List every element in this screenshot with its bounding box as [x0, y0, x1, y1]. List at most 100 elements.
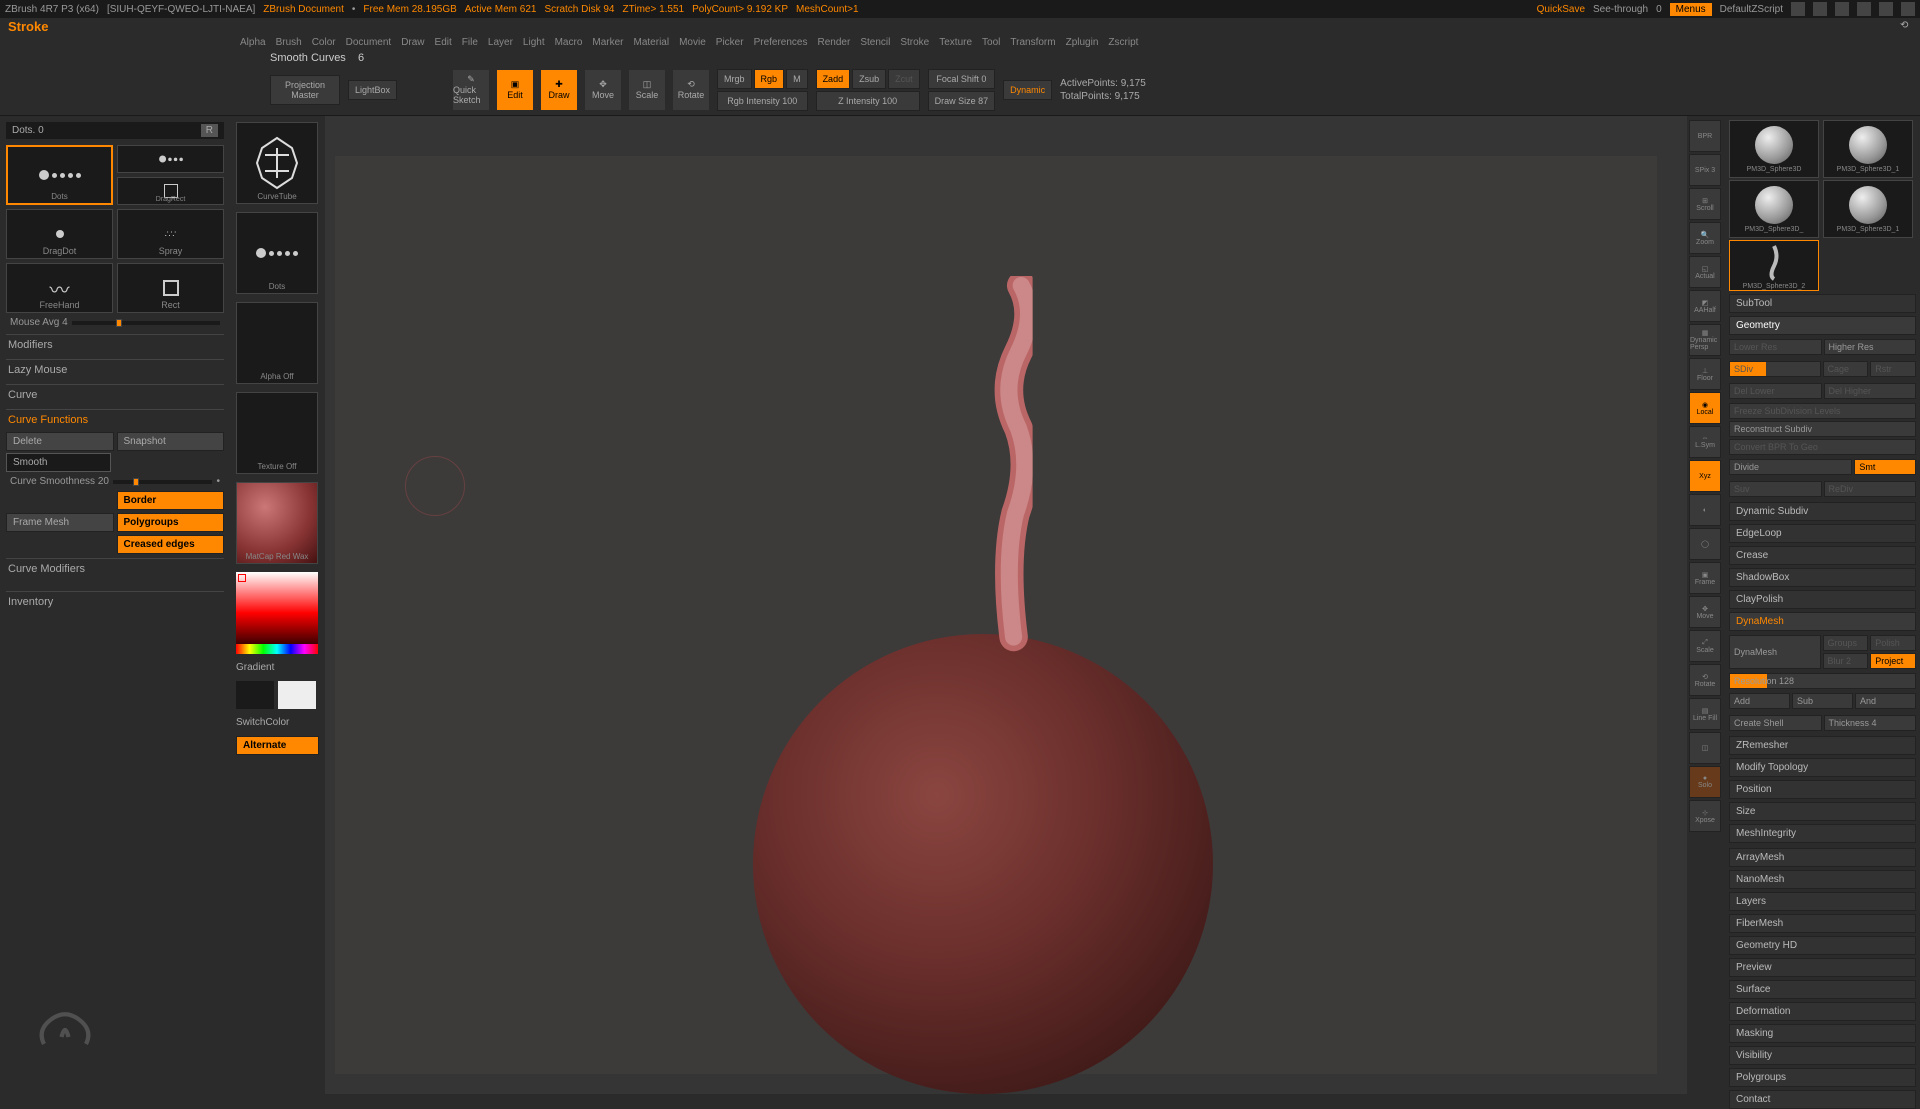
thickness-slider[interactable]: Thickness 4 [1824, 715, 1917, 731]
stroke-spray[interactable]: ∴∵ Spray [117, 209, 224, 259]
masking-section[interactable]: Masking [1729, 1024, 1916, 1043]
lazy-mouse-section[interactable]: Lazy Mouse [6, 359, 224, 380]
shadowbox-section[interactable]: ShadowBox [1729, 568, 1916, 587]
draw-size-slider[interactable]: Draw Size 87 [928, 91, 996, 111]
modify-topology-section[interactable]: Modify Topology [1729, 758, 1916, 777]
xpose-button[interactable]: ⊹Xpose [1689, 800, 1721, 832]
suv-button[interactable]: Suv [1729, 481, 1822, 497]
menu-item[interactable]: Alpha [240, 37, 266, 48]
menu-item[interactable]: Brush [276, 37, 302, 48]
switch-color-button[interactable]: SwitchColor [236, 717, 319, 728]
rgb-button[interactable]: Rgb [754, 69, 785, 89]
quicksave-button[interactable]: QuickSave [1537, 4, 1585, 15]
rstr-button[interactable]: Rstr [1870, 361, 1916, 377]
maximize-icon[interactable] [1879, 2, 1893, 16]
and-button[interactable]: And [1855, 693, 1916, 709]
stroke-dots[interactable]: Dots [6, 145, 113, 205]
menu-item[interactable]: Render [818, 37, 851, 48]
rgb-intensity-slider[interactable]: Rgb Intensity 100 [717, 91, 808, 111]
menu-item[interactable]: Draw [401, 37, 424, 48]
material-thumbnail[interactable]: MatCap Red Wax [236, 482, 318, 564]
alpha-thumbnail[interactable]: Alpha Off [236, 302, 318, 384]
cage-button[interactable]: Cage [1823, 361, 1869, 377]
tool-thumb-4[interactable]: PM3D_Sphere3D_1 [1823, 180, 1913, 238]
window-icon-3[interactable] [1835, 2, 1849, 16]
primary-color[interactable] [278, 681, 316, 709]
projection-master-button[interactable]: Projection Master [270, 75, 340, 105]
sdiv-slider[interactable]: SDiv [1729, 361, 1821, 377]
rotate-button[interactable]: ⟲Rotate [673, 70, 709, 110]
crease-section[interactable]: Crease [1729, 546, 1916, 565]
curve-smoothness-slider[interactable]: Curve Smoothness 20 • [6, 474, 224, 489]
pf-button[interactable]: ◫ [1689, 732, 1721, 764]
divide-button[interactable]: Divide [1729, 459, 1852, 475]
del-higher-button[interactable]: Del Higher [1824, 383, 1917, 399]
menu-item[interactable]: Macro [555, 37, 583, 48]
draw-button[interactable]: ✚Draw [541, 70, 577, 110]
menu-item[interactable]: Light [523, 37, 545, 48]
menu-item[interactable]: Transform [1010, 37, 1055, 48]
zsub-button[interactable]: Zsub [852, 69, 886, 89]
tool-thumb-active[interactable]: PM3D_Sphere3D_2 [1729, 240, 1819, 291]
nav-rotate-button[interactable]: ⟲Rotate [1689, 664, 1721, 696]
close-icon[interactable] [1901, 2, 1915, 16]
texture-thumbnail[interactable]: Texture Off [236, 392, 318, 474]
curve-section[interactable]: Curve [6, 384, 224, 405]
stroke-dots-2[interactable] [117, 145, 224, 173]
nav-move-button[interactable]: ✥Move [1689, 596, 1721, 628]
create-shell-button[interactable]: Create Shell [1729, 715, 1822, 731]
zadd-button[interactable]: Zadd [816, 69, 851, 89]
menu-item[interactable]: Tool [982, 37, 1000, 48]
menu-item[interactable]: Marker [592, 37, 623, 48]
quick-sketch-button[interactable]: ✎Quick Sketch [453, 70, 489, 110]
focal-shift-slider[interactable]: Focal Shift 0 [928, 69, 996, 89]
frame-button[interactable]: ▣Frame [1689, 562, 1721, 594]
color-picker[interactable] [236, 572, 318, 654]
claypolish-section[interactable]: ClayPolish [1729, 590, 1916, 609]
spix-button[interactable]: SPix 3 [1689, 154, 1721, 186]
stroke-rect[interactable]: Rect [117, 263, 224, 313]
menu-item[interactable]: Layer [488, 37, 513, 48]
inventory-section[interactable]: Inventory [6, 591, 224, 612]
menu-item[interactable]: Edit [435, 37, 452, 48]
surface-section[interactable]: Surface [1729, 980, 1916, 999]
persp-button[interactable]: ▦Dynamic Persp [1689, 324, 1721, 356]
visibility-section[interactable]: Visibility [1729, 1046, 1916, 1065]
higher-res-button[interactable]: Higher Res [1824, 339, 1917, 355]
freeze-subdiv-button[interactable]: Freeze SubDivision Levels [1729, 403, 1916, 419]
brush-curvetube[interactable]: CurveTube [236, 122, 318, 204]
canvas[interactable] [325, 116, 1687, 1094]
geometry-hd-section[interactable]: Geometry HD [1729, 936, 1916, 955]
aahalf-button[interactable]: ◩AAHalf [1689, 290, 1721, 322]
menu-item[interactable]: Zplugin [1066, 37, 1099, 48]
delete-button[interactable]: Delete [6, 432, 114, 451]
menu-item[interactable]: Material [634, 37, 670, 48]
refresh-icon[interactable]: ⟲ [1900, 20, 1912, 32]
xyz-button[interactable]: Xyz [1689, 460, 1721, 492]
window-icon-2[interactable] [1813, 2, 1827, 16]
m-button[interactable]: M [786, 69, 808, 89]
seethrough-value[interactable]: 0 [1656, 4, 1662, 15]
scroll-button[interactable]: ⊞Scroll [1689, 188, 1721, 220]
z-intensity-slider[interactable]: Z Intensity 100 [816, 91, 920, 111]
r-button[interactable]: R [201, 124, 218, 137]
contact-section[interactable]: Contact [1729, 1090, 1916, 1109]
sub-button[interactable]: Sub [1792, 693, 1853, 709]
ghost-button[interactable]: ◯ [1689, 528, 1721, 560]
floor-button[interactable]: ⊥Floor [1689, 358, 1721, 390]
stroke-thumbnail[interactable]: Dots [236, 212, 318, 294]
stroke-dragdot[interactable]: DragDot [6, 209, 113, 259]
move-button[interactable]: ✥Move [585, 70, 621, 110]
mrgb-button[interactable]: Mrgb [717, 69, 752, 89]
curve-functions-section[interactable]: Curve Functions [6, 409, 224, 430]
bpr-button[interactable]: BPR [1689, 120, 1721, 152]
smt-button[interactable]: Smt [1854, 459, 1916, 475]
menu-item[interactable]: Document [346, 37, 392, 48]
menu-item[interactable]: Zscript [1108, 37, 1138, 48]
mouse-avg-slider[interactable]: Mouse Avg 4 [6, 315, 224, 330]
smooth-button[interactable]: Smooth [6, 453, 111, 472]
gradient-label[interactable]: Gradient [236, 662, 319, 673]
edgeloop-section[interactable]: EdgeLoop [1729, 524, 1916, 543]
add-button[interactable]: Add [1729, 693, 1790, 709]
deformation-section[interactable]: Deformation [1729, 1002, 1916, 1021]
